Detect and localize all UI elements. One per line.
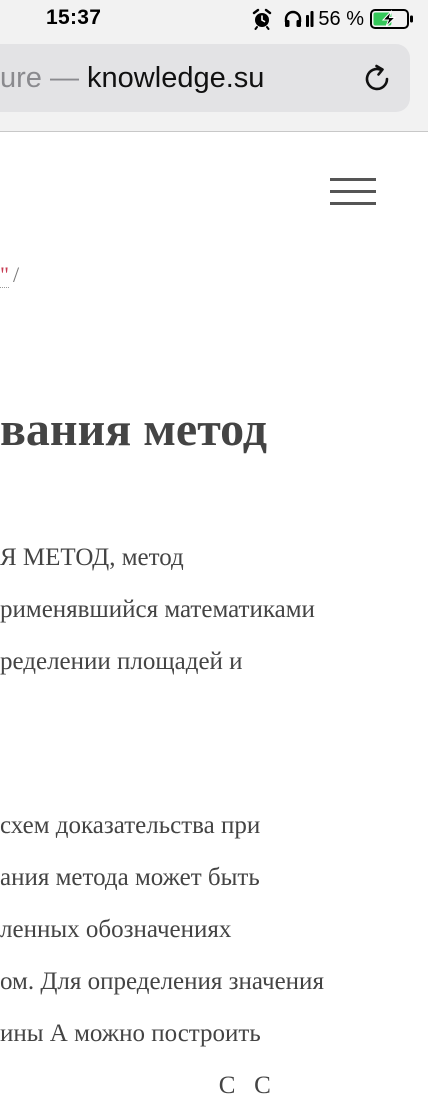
- article-title: вания метод: [0, 403, 268, 456]
- article-paragraph: Я МЕТОД, метод рименявшийся математиками…: [0, 532, 428, 688]
- breadcrumb-separator: /: [12, 262, 20, 287]
- status-time: 15:37: [46, 6, 102, 29]
- battery-icon: [370, 8, 414, 30]
- paragraph-line: Я МЕТОД, метод: [0, 544, 184, 571]
- hamburger-menu-icon[interactable]: [330, 178, 376, 206]
- menu-bar-top: [330, 178, 376, 181]
- paragraph-line: ины А можно построить: [0, 1020, 261, 1047]
- paragraph-line: ом. Для определения значения: [0, 968, 324, 995]
- battery-percent: 56 %: [318, 7, 364, 30]
- headphones-icon: [283, 9, 303, 29]
- status-indicators: 56 %: [251, 6, 414, 32]
- article-paragraph: схем доказательства при ания метода може…: [0, 800, 428, 1112]
- paragraph-line: рименявшийся математиками: [0, 596, 315, 623]
- page-title-fragment: ure —: [0, 62, 79, 94]
- address-domain: knowledge.su: [87, 62, 265, 94]
- breadcrumb-link[interactable]: ": [0, 262, 9, 288]
- paragraph-line: ределении площадей и: [0, 648, 243, 675]
- paragraph-line: С С: [0, 1072, 271, 1099]
- alarm-icon: [251, 8, 273, 30]
- menu-bar-bottom: [330, 202, 376, 205]
- status-bar: 15:37 56 %: [0, 0, 428, 40]
- menu-bar-middle: [330, 190, 376, 193]
- paragraph-line: схем доказательства при: [0, 812, 261, 839]
- address-bar-text[interactable]: ure — knowledge.su: [0, 58, 264, 98]
- paragraph-line: ленных обозначениях: [0, 916, 232, 943]
- breadcrumb: " /: [0, 262, 19, 288]
- reload-icon[interactable]: [360, 62, 394, 96]
- signal-icon: [306, 9, 314, 29]
- paragraph-line: ания метода может быть: [0, 864, 260, 891]
